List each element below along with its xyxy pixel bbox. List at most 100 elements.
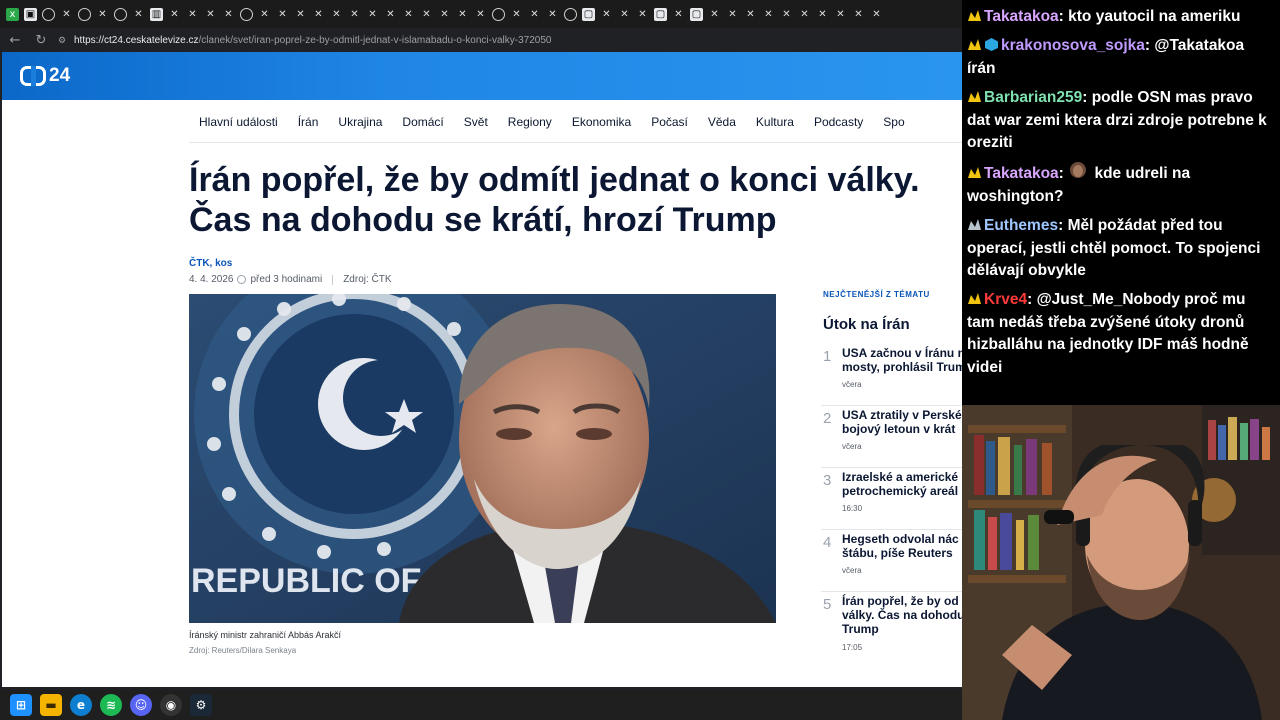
nav-item-regiony[interactable]: Regiony <box>498 110 562 134</box>
chat-username[interactable]: Krve4 <box>984 291 1027 308</box>
tab-ct24-icon[interactable]: ▢ <box>654 7 667 21</box>
article-source: Zdroj: ČTK <box>343 274 392 285</box>
tab-x-icon[interactable]: ✕ <box>708 8 721 21</box>
tab-x-icon[interactable]: ✕ <box>672 8 685 21</box>
reload-icon[interactable]: ↻ <box>30 29 52 51</box>
tab-x-icon[interactable]: ✕ <box>366 8 379 21</box>
tab-x-icon[interactable]: ✕ <box>312 8 325 21</box>
tab-x-icon[interactable]: ✕ <box>636 8 649 21</box>
sidebar-item-title[interactable]: Hegseth odvolal nác štábu, píše Reuters <box>842 532 962 560</box>
windows-start-icon[interactable]: ⊞ <box>10 694 32 716</box>
nav-item-ukrajina[interactable]: Ukrajina <box>328 110 392 134</box>
tab-x-icon[interactable]: ✕ <box>852 8 865 21</box>
article-authors[interactable]: ČTK, kos <box>189 258 232 269</box>
back-arrow-icon[interactable]: ← <box>4 29 26 51</box>
chat-username[interactable]: Takatakoa <box>984 165 1059 182</box>
nav-item-kultura[interactable]: Kultura <box>746 110 804 134</box>
tab-x-icon[interactable]: ✕ <box>762 8 775 21</box>
tab-x-icon[interactable]: ✕ <box>834 8 847 21</box>
article-photo[interactable]: REPUBLIC OF TÜ <box>189 294 776 623</box>
tab-ct24-icon[interactable]: ▢ <box>690 7 703 21</box>
chat-username[interactable]: Barbarian259 <box>984 89 1082 106</box>
tab-x-icon[interactable]: ✕ <box>438 8 451 21</box>
chat-username[interactable]: Euthemes <box>984 217 1058 234</box>
chat-cube-badge-icon <box>985 38 998 52</box>
sidebar-item[interactable]: 5 Írán popřel, že by od války. Čas na do… <box>821 592 962 662</box>
sidebar-item[interactable]: 1 USA začnou v Íránu n mosty, prohlásil … <box>821 344 962 406</box>
tab-x-icon[interactable]: ✕ <box>420 8 433 21</box>
file-explorer-icon[interactable]: ▬ <box>40 694 62 716</box>
tab-x-icon[interactable]: ✕ <box>474 8 487 21</box>
sidebar-item-number: 4 <box>823 534 832 551</box>
tab-x-icon[interactable]: ✕ <box>528 8 541 21</box>
ct24-logo[interactable]: 24 <box>20 65 70 87</box>
nav-item-iran[interactable]: Írán <box>288 110 329 134</box>
sidebar-title[interactable]: Útok na Írán <box>823 316 910 333</box>
edge-browser-icon[interactable]: e <box>70 694 92 716</box>
tab-excel-icon[interactable]: x <box>6 7 19 21</box>
sidebar-item-title[interactable]: USA ztratily v Perské bojový letoun v kr… <box>842 408 962 436</box>
tab-globe-icon[interactable] <box>240 7 253 21</box>
tab-globe-icon[interactable] <box>78 7 91 21</box>
tab-x-icon[interactable]: ✕ <box>510 8 523 21</box>
chat-username[interactable]: krakonosova_sojka <box>1001 37 1145 54</box>
chat-username[interactable]: Takatakoa <box>984 8 1059 25</box>
site-info-icon[interactable]: ⚙ <box>58 35 70 46</box>
steam-icon[interactable]: ⚙ <box>190 694 212 716</box>
tab-x-icon[interactable]: ✕ <box>456 8 469 21</box>
sidebar-item-title[interactable]: Izraelské a americké petrochemický areál <box>842 470 962 498</box>
tab-x-icon[interactable]: ✕ <box>330 8 343 21</box>
nav-item-svet[interactable]: Svět <box>454 110 498 134</box>
tab-globe-icon[interactable] <box>492 7 505 21</box>
tab-x-icon[interactable]: ✕ <box>96 8 109 21</box>
tab-x-icon[interactable]: ✕ <box>60 8 73 21</box>
tab-x-icon[interactable]: ✕ <box>276 8 289 21</box>
nav-item-podcasty[interactable]: Podcasty <box>804 110 873 134</box>
tab-x-icon[interactable]: ✕ <box>816 8 829 21</box>
tab-globe-icon[interactable] <box>42 7 55 21</box>
tab-x-icon[interactable]: ✕ <box>294 8 307 21</box>
spotify-icon[interactable]: ≋ <box>100 694 122 716</box>
tab-x-icon[interactable]: ✕ <box>402 8 415 21</box>
tab-x-icon[interactable]: ✕ <box>132 8 145 21</box>
chat-badge-icon <box>968 10 981 21</box>
sidebar-item-title[interactable]: Írán popřel, že by od války. Čas na doho… <box>842 594 962 636</box>
chat-panel: Takatakoa: kto yautocil na ameriku krako… <box>962 0 1280 405</box>
tab-x-icon[interactable]: ✕ <box>348 8 361 21</box>
tab-x-icon[interactable]: ✕ <box>204 8 217 21</box>
nav-item-domaci[interactable]: Domácí <box>392 110 453 134</box>
chat-emote-icon <box>1070 162 1087 179</box>
tab-x-icon[interactable]: ✕ <box>780 8 793 21</box>
tab-x-icon[interactable]: ✕ <box>618 8 631 21</box>
tab-x-icon[interactable]: ✕ <box>258 8 271 21</box>
sidebar-item-title[interactable]: USA začnou v Íránu n mosty, prohlásil Tr… <box>842 346 962 374</box>
nav-item-pocasi[interactable]: Počasí <box>641 110 698 134</box>
sidebar-list: 1 USA začnou v Íránu n mosty, prohlásil … <box>821 344 962 662</box>
tab-active-icon[interactable]: ▣ <box>24 7 37 21</box>
tab-x-icon[interactable]: ✕ <box>798 8 811 21</box>
tab-x-icon[interactable]: ✕ <box>726 8 739 21</box>
nav-item-hlavni-udalosti[interactable]: Hlavní události <box>189 110 288 134</box>
obs-icon[interactable]: ◉ <box>160 694 182 716</box>
tab-ct24-icon[interactable]: ▢ <box>582 7 595 21</box>
sidebar-item[interactable]: 2 USA ztratily v Perské bojový letoun v … <box>821 406 962 468</box>
tab-x-icon[interactable]: ✕ <box>222 8 235 21</box>
tab-x-icon[interactable]: ✕ <box>168 8 181 21</box>
nav-item-sport[interactable]: Spo <box>873 110 914 134</box>
tab-x-icon[interactable]: ✕ <box>600 8 613 21</box>
discord-icon[interactable]: ☺ <box>130 694 152 716</box>
sidebar-item[interactable]: 4 Hegseth odvolal nác štábu, píše Reuter… <box>821 530 962 592</box>
nav-item-ekonomika[interactable]: Ekonomika <box>562 110 641 134</box>
tab-globe-icon[interactable] <box>114 7 127 21</box>
url-field[interactable]: ⚙ https://ct24.ceskatelevize.cz/clanek/s… <box>58 31 958 49</box>
tab-news-icon[interactable]: ▥ <box>150 7 163 21</box>
nav-item-veda[interactable]: Věda <box>698 110 746 134</box>
sidebar-item-number: 1 <box>823 348 832 365</box>
tab-x-icon[interactable]: ✕ <box>870 8 883 21</box>
tab-x-icon[interactable]: ✕ <box>186 8 199 21</box>
tab-x-icon[interactable]: ✕ <box>546 8 559 21</box>
tab-globe-icon[interactable] <box>564 7 577 21</box>
tab-x-icon[interactable]: ✕ <box>744 8 757 21</box>
tab-x-icon[interactable]: ✕ <box>384 8 397 21</box>
sidebar-item[interactable]: 3 Izraelské a americké petrochemický are… <box>821 468 962 530</box>
